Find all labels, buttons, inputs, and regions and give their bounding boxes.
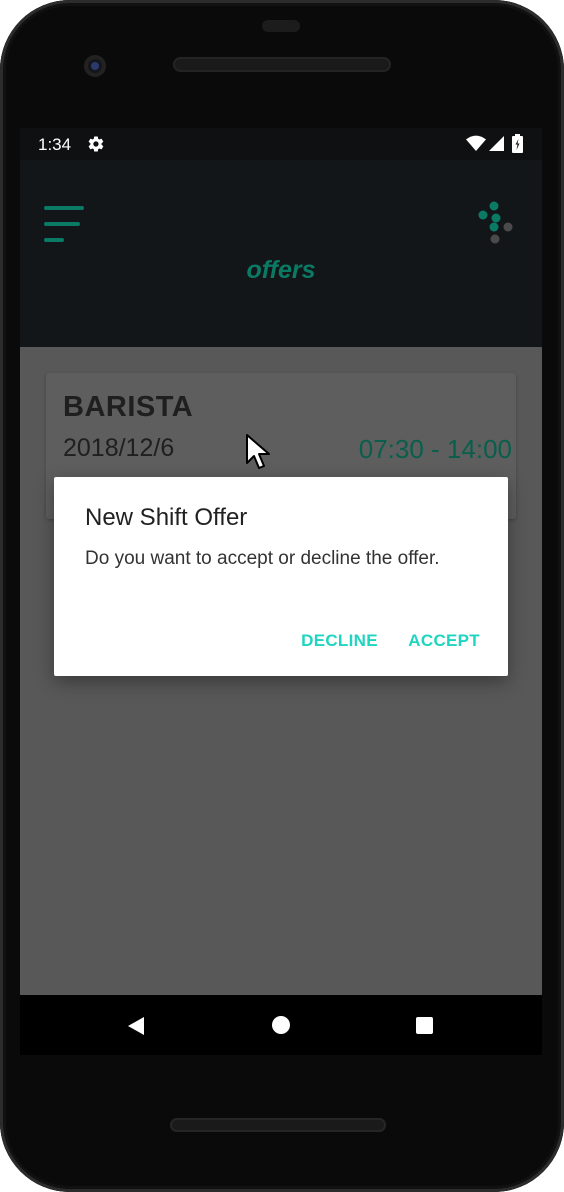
signal-icon: [489, 136, 504, 151]
offer-time-range: 07:30 - 14:00: [358, 434, 512, 464]
battery-icon: [512, 134, 523, 153]
menu-icon[interactable]: [44, 204, 86, 244]
front-camera: [84, 55, 106, 77]
dialog-title: New Shift Offer: [85, 504, 248, 531]
earpiece-speaker: [173, 57, 391, 72]
back-icon[interactable]: [126, 1016, 145, 1036]
mouse-cursor-icon: [246, 434, 270, 469]
wifi-icon: [466, 135, 486, 151]
app-bar: offers: [20, 160, 542, 347]
dialog-actions: DECLINE ACCEPT: [275, 631, 480, 651]
device-top-pill: [262, 20, 300, 32]
settings-icon: [88, 136, 104, 152]
offer-date: 2018/12/6: [63, 434, 175, 462]
recents-icon[interactable]: [416, 1017, 433, 1034]
decline-button[interactable]: DECLINE: [301, 631, 378, 651]
accept-button[interactable]: ACCEPT: [408, 631, 480, 651]
status-time: 1:34: [38, 135, 72, 154]
offer-role: BARISTA: [63, 391, 194, 423]
app-logo-icon[interactable]: [474, 200, 514, 246]
new-shift-offer-dialog: New Shift Offer Do you want to accept or…: [54, 477, 508, 676]
dialog-message: Do you want to accept or decline the off…: [85, 548, 440, 569]
home-icon[interactable]: [272, 1016, 290, 1034]
screen: 1:34 offers BARISTA 2018/12/6 07:30 - 14…: [20, 128, 542, 995]
status-bar: 1:34: [20, 128, 542, 160]
navigation-bar: [20, 995, 542, 1055]
bottom-speaker: [170, 1118, 386, 1132]
page-title: offers: [246, 256, 316, 284]
